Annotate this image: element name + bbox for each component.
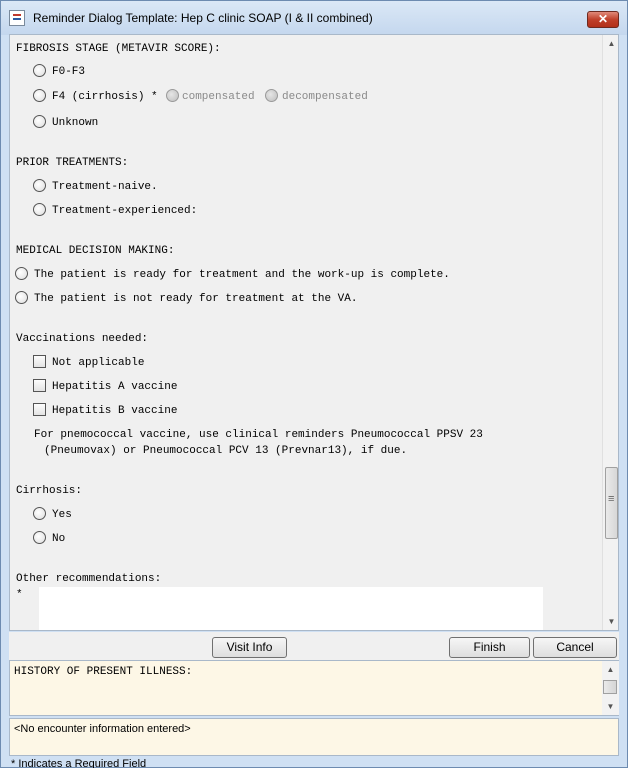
label-hepatitis-a: Hepatitis A vaccine (52, 381, 178, 393)
button-bar: Visit Info Finish Cancel (9, 632, 619, 660)
history-preview[interactable]: HISTORY OF PRESENT ILLNESS: ▲ ▼ (9, 660, 619, 716)
label-not-ready-for-treatment: The patient is not ready for treatment a… (34, 293, 358, 305)
scroll-thumb[interactable] (605, 467, 618, 539)
dialog-content-area: FIBROSIS STAGE (METAVIR SCORE): F0-F3 F4… (9, 34, 619, 631)
radio-cirrhosis-yes[interactable] (33, 507, 46, 520)
radio-treatment-experienced[interactable] (33, 203, 46, 216)
label-f0-f3: F0-F3 (52, 66, 86, 78)
pneumococcal-note-line1: For pnemococcal vaccine, use clinical re… (34, 429, 483, 441)
radio-treatment-naive[interactable] (33, 179, 46, 192)
encounter-info: <No encounter information entered> (9, 718, 619, 756)
label-ready-for-treatment: The patient is ready for treatment and t… (34, 269, 450, 281)
scroll-up-arrow-icon[interactable]: ▲ (603, 35, 618, 52)
cancel-button[interactable]: Cancel (533, 637, 617, 658)
checkbox-not-applicable[interactable] (33, 355, 46, 368)
cirrhosis-heading: Cirrhosis: (16, 485, 83, 497)
mdm-heading: MEDICAL DECISION MAKING: (16, 245, 175, 257)
scroll-down-arrow-icon[interactable]: ▼ (603, 613, 618, 630)
visit-info-label: Visit Info (226, 640, 273, 654)
reminder-dialog-window: Reminder Dialog Template: Hep C clinic S… (0, 0, 628, 768)
close-button[interactable]: ✕ (587, 11, 619, 28)
radio-f4-cirrhosis[interactable] (33, 89, 46, 102)
label-unknown: Unknown (52, 117, 99, 129)
visit-info-button[interactable]: Visit Info (212, 637, 287, 658)
window-title: Reminder Dialog Template: Hep C clinic S… (33, 11, 373, 25)
other-recommendations-memo[interactable] (39, 587, 543, 630)
app-icon (9, 10, 25, 26)
label-f4-cirrhosis: F4 (cirrhosis) * (52, 91, 158, 103)
history-scroll-down-icon[interactable]: ▼ (602, 698, 619, 715)
pneumococcal-note-line2: (Pneumovax) or Pneumococcal PCV 13 (Prev… (44, 445, 408, 457)
required-field-footnote: * Indicates a Required Field (11, 758, 147, 768)
other-recommendations-heading: Other recommendations: (16, 573, 162, 585)
radio-ready-for-treatment[interactable] (15, 267, 28, 280)
checkbox-hepatitis-b[interactable] (33, 403, 46, 416)
radio-decompensated[interactable] (265, 89, 278, 102)
label-cirrhosis-no: No (52, 533, 66, 545)
label-treatment-experienced: Treatment-experienced: (52, 205, 198, 217)
radio-f0-f3[interactable] (33, 64, 46, 77)
prior-treatments-heading: PRIOR TREATMENTS: (16, 157, 129, 169)
radio-not-ready-for-treatment[interactable] (15, 291, 28, 304)
history-scroll-thumb[interactable] (603, 680, 617, 694)
label-decompensated: decompensated (282, 91, 368, 103)
checkbox-hepatitis-a[interactable] (33, 379, 46, 392)
label-cirrhosis-yes: Yes (52, 509, 72, 521)
required-marker: * (16, 589, 23, 601)
label-not-applicable: Not applicable (52, 357, 145, 369)
title-bar[interactable]: Reminder Dialog Template: Hep C clinic S… (1, 1, 627, 35)
radio-unknown[interactable] (33, 115, 46, 128)
label-hepatitis-b: Hepatitis B vaccine (52, 405, 178, 417)
fibrosis-heading: FIBROSIS STAGE (METAVIR SCORE): (16, 43, 221, 55)
history-text: HISTORY OF PRESENT ILLNESS: (14, 666, 193, 678)
label-compensated: compensated (182, 91, 255, 103)
content-vertical-scrollbar[interactable]: ▲ ▼ (602, 35, 618, 630)
history-scroll-up-icon[interactable]: ▲ (602, 661, 619, 678)
label-treatment-naive: Treatment-naive. (52, 181, 158, 193)
radio-compensated[interactable] (166, 89, 179, 102)
vaccinations-heading: Vaccinations needed: (16, 333, 149, 345)
history-scrollbar[interactable]: ▲ ▼ (602, 661, 619, 715)
finish-button[interactable]: Finish (449, 637, 530, 658)
radio-cirrhosis-no[interactable] (33, 531, 46, 544)
